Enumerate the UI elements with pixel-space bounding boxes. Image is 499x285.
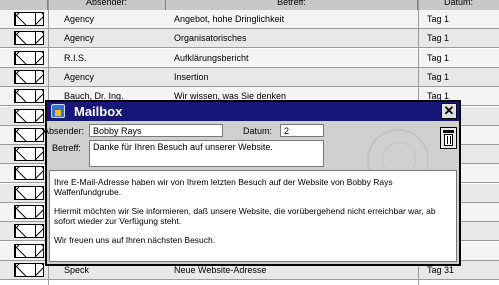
envelope-icon-cell	[14, 184, 46, 203]
header-from[interactable]: Absender:	[48, 0, 166, 10]
header-date[interactable]: Datum:	[418, 0, 499, 10]
date-label: Datum:	[243, 126, 273, 136]
message-row[interactable]: R.I.S. Aufklärungsbericht Tag 1	[0, 48, 499, 68]
envelope-icon-cell	[14, 203, 46, 222]
message-body: Ihre E-Mail-Adresse haben wir von Ihrem …	[49, 170, 457, 262]
trash-icon-body	[444, 134, 453, 146]
message-row[interactable]: Agency Angebot, hohe Dringlichkeit Tag 1	[0, 10, 499, 29]
envelope-icon-cell	[14, 49, 46, 68]
envelope-icon	[14, 69, 44, 84]
close-button[interactable]: ✕	[441, 103, 457, 119]
envelope-icon-cell	[14, 29, 46, 48]
row-sender: R.I.S.	[64, 52, 87, 63]
envelope-icon	[14, 50, 44, 65]
envelope-icon-cell	[14, 242, 46, 261]
body-paragraph: Ihre E-Mail-Adresse haben wir von Ihrem …	[54, 177, 393, 197]
envelope-icon	[14, 185, 44, 200]
envelope-icon	[14, 127, 44, 142]
body-paragraph: Hiermit möchten wir Sie informieren, daß…	[54, 206, 436, 226]
row-date: Tag 1	[427, 33, 450, 44]
mailbox-dialog: Mailbox ✕ Absender: Bobby Rays Datum: 2 …	[43, 100, 461, 266]
delete-button[interactable]	[440, 127, 457, 149]
date-field: 2	[280, 124, 324, 137]
message-row[interactable]: Agency Insertion Tag 1	[0, 67, 499, 87]
header-icon-column	[0, 0, 48, 10]
envelope-icon	[14, 31, 44, 46]
message-row[interactable]: Agency Organisatorisches Tag 1	[0, 29, 499, 49]
subject-field: Danke für Ihren Besuch auf unserer Websi…	[89, 140, 324, 167]
envelope-icon-cell	[14, 145, 46, 164]
dialog-titlebar[interactable]: Mailbox ✕	[47, 102, 459, 121]
row-subject: Insertion	[174, 71, 209, 82]
row-subject: Aufklärungsbericht	[174, 52, 249, 63]
envelope-icon-cell	[14, 222, 46, 241]
envelope-icon-cell	[14, 68, 46, 87]
envelope-icon	[14, 12, 44, 26]
envelope-icon	[14, 224, 44, 239]
envelope-icon	[14, 166, 44, 181]
envelope-icon	[14, 108, 44, 123]
envelope-icon	[14, 243, 44, 258]
row-sender: Agency	[64, 33, 95, 44]
row-subject: Angebot, hohe Dringlichkeit	[174, 14, 285, 24]
header-subject[interactable]: Betreff:	[166, 0, 418, 10]
envelope-icon-cell	[14, 107, 46, 126]
envelope-icon	[14, 262, 44, 277]
row-date: Tag 1	[427, 71, 450, 82]
mailbox-icon	[51, 104, 65, 118]
envelope-icon-cell	[14, 87, 46, 106]
sender-field: Bobby Rays	[89, 124, 223, 137]
envelope-icon-cell	[14, 164, 46, 183]
row-sender: Agency	[64, 14, 95, 24]
trash-icon	[443, 130, 454, 133]
envelope-icon-cell	[14, 261, 46, 280]
dialog-title: Mailbox	[74, 104, 123, 119]
envelope-icon-cell	[14, 10, 46, 29]
envelope-icon-cell	[14, 126, 46, 145]
subject-label: Betreff:	[52, 143, 81, 153]
envelope-icon	[14, 205, 44, 219]
envelope-icon	[14, 147, 44, 162]
envelope-icon	[14, 89, 44, 104]
row-date: Tag 1	[427, 52, 450, 63]
row-date: Tag 1	[427, 14, 450, 24]
sender-label: Absender:	[43, 126, 85, 136]
body-paragraph: Wir freuen uns auf Ihren nächsten Besuch…	[54, 235, 216, 245]
row-subject: Organisatorisches	[174, 33, 247, 44]
row-sender: Agency	[64, 71, 95, 82]
